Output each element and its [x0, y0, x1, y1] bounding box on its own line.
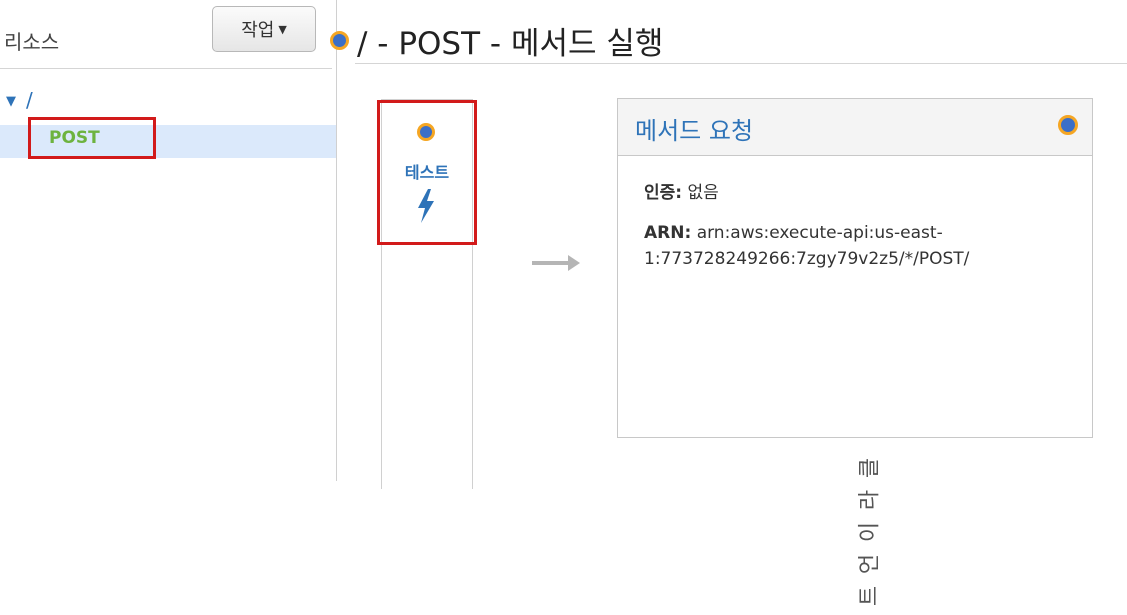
resources-panel: 리소스 작업 ▼ ▼ / POST — [0, 0, 336, 481]
page-title: / - POST - 메서드 실행 — [357, 26, 664, 62]
auth-key: 인증: — [644, 183, 683, 203]
arn-line: ARN: arn:aws:execute-api:us-east-1:77372… — [644, 220, 1064, 272]
auth-line: 인증: 없음 — [644, 178, 719, 203]
status-dot-icon — [330, 31, 349, 50]
tree-root-item[interactable]: ▼ / — [6, 88, 33, 112]
divider — [355, 63, 1127, 64]
method-request-title[interactable]: 메서드 요청 — [635, 111, 753, 146]
client-label: 클라이언트 — [857, 458, 879, 611]
test-label: 테스트 — [404, 163, 450, 182]
method-request-header[interactable]: 메서드 요청 — [618, 99, 1092, 156]
divider — [0, 68, 332, 69]
actions-button-label: 작업 — [241, 20, 275, 41]
arrow-right-icon — [532, 255, 580, 271]
status-dot-icon — [417, 123, 435, 141]
caret-down-icon: ▼ — [278, 22, 287, 36]
caret-down-icon[interactable]: ▼ — [6, 94, 16, 109]
actions-button[interactable]: 작업 ▼ — [212, 6, 316, 52]
arn-value: arn:aws:execute-api:us-east-1:7737282492… — [644, 223, 970, 269]
auth-value: 없음 — [687, 183, 719, 203]
lightning-bolt-icon — [418, 189, 434, 223]
method-request-panel[interactable]: 메서드 요청 인증: 없음 ARN: arn:aws:execute-api:u… — [617, 98, 1093, 438]
page-header: / - POST - 메서드 실행 — [330, 18, 663, 63]
resources-title: 리소스 — [4, 30, 60, 54]
tree-root-label: / — [26, 88, 33, 112]
tree-item-post[interactable]: POST — [28, 117, 156, 159]
arn-key: ARN: — [644, 223, 692, 243]
status-dot-icon — [1058, 115, 1078, 135]
panel-divider — [336, 0, 337, 481]
test-button[interactable]: 테스트 — [377, 100, 477, 245]
